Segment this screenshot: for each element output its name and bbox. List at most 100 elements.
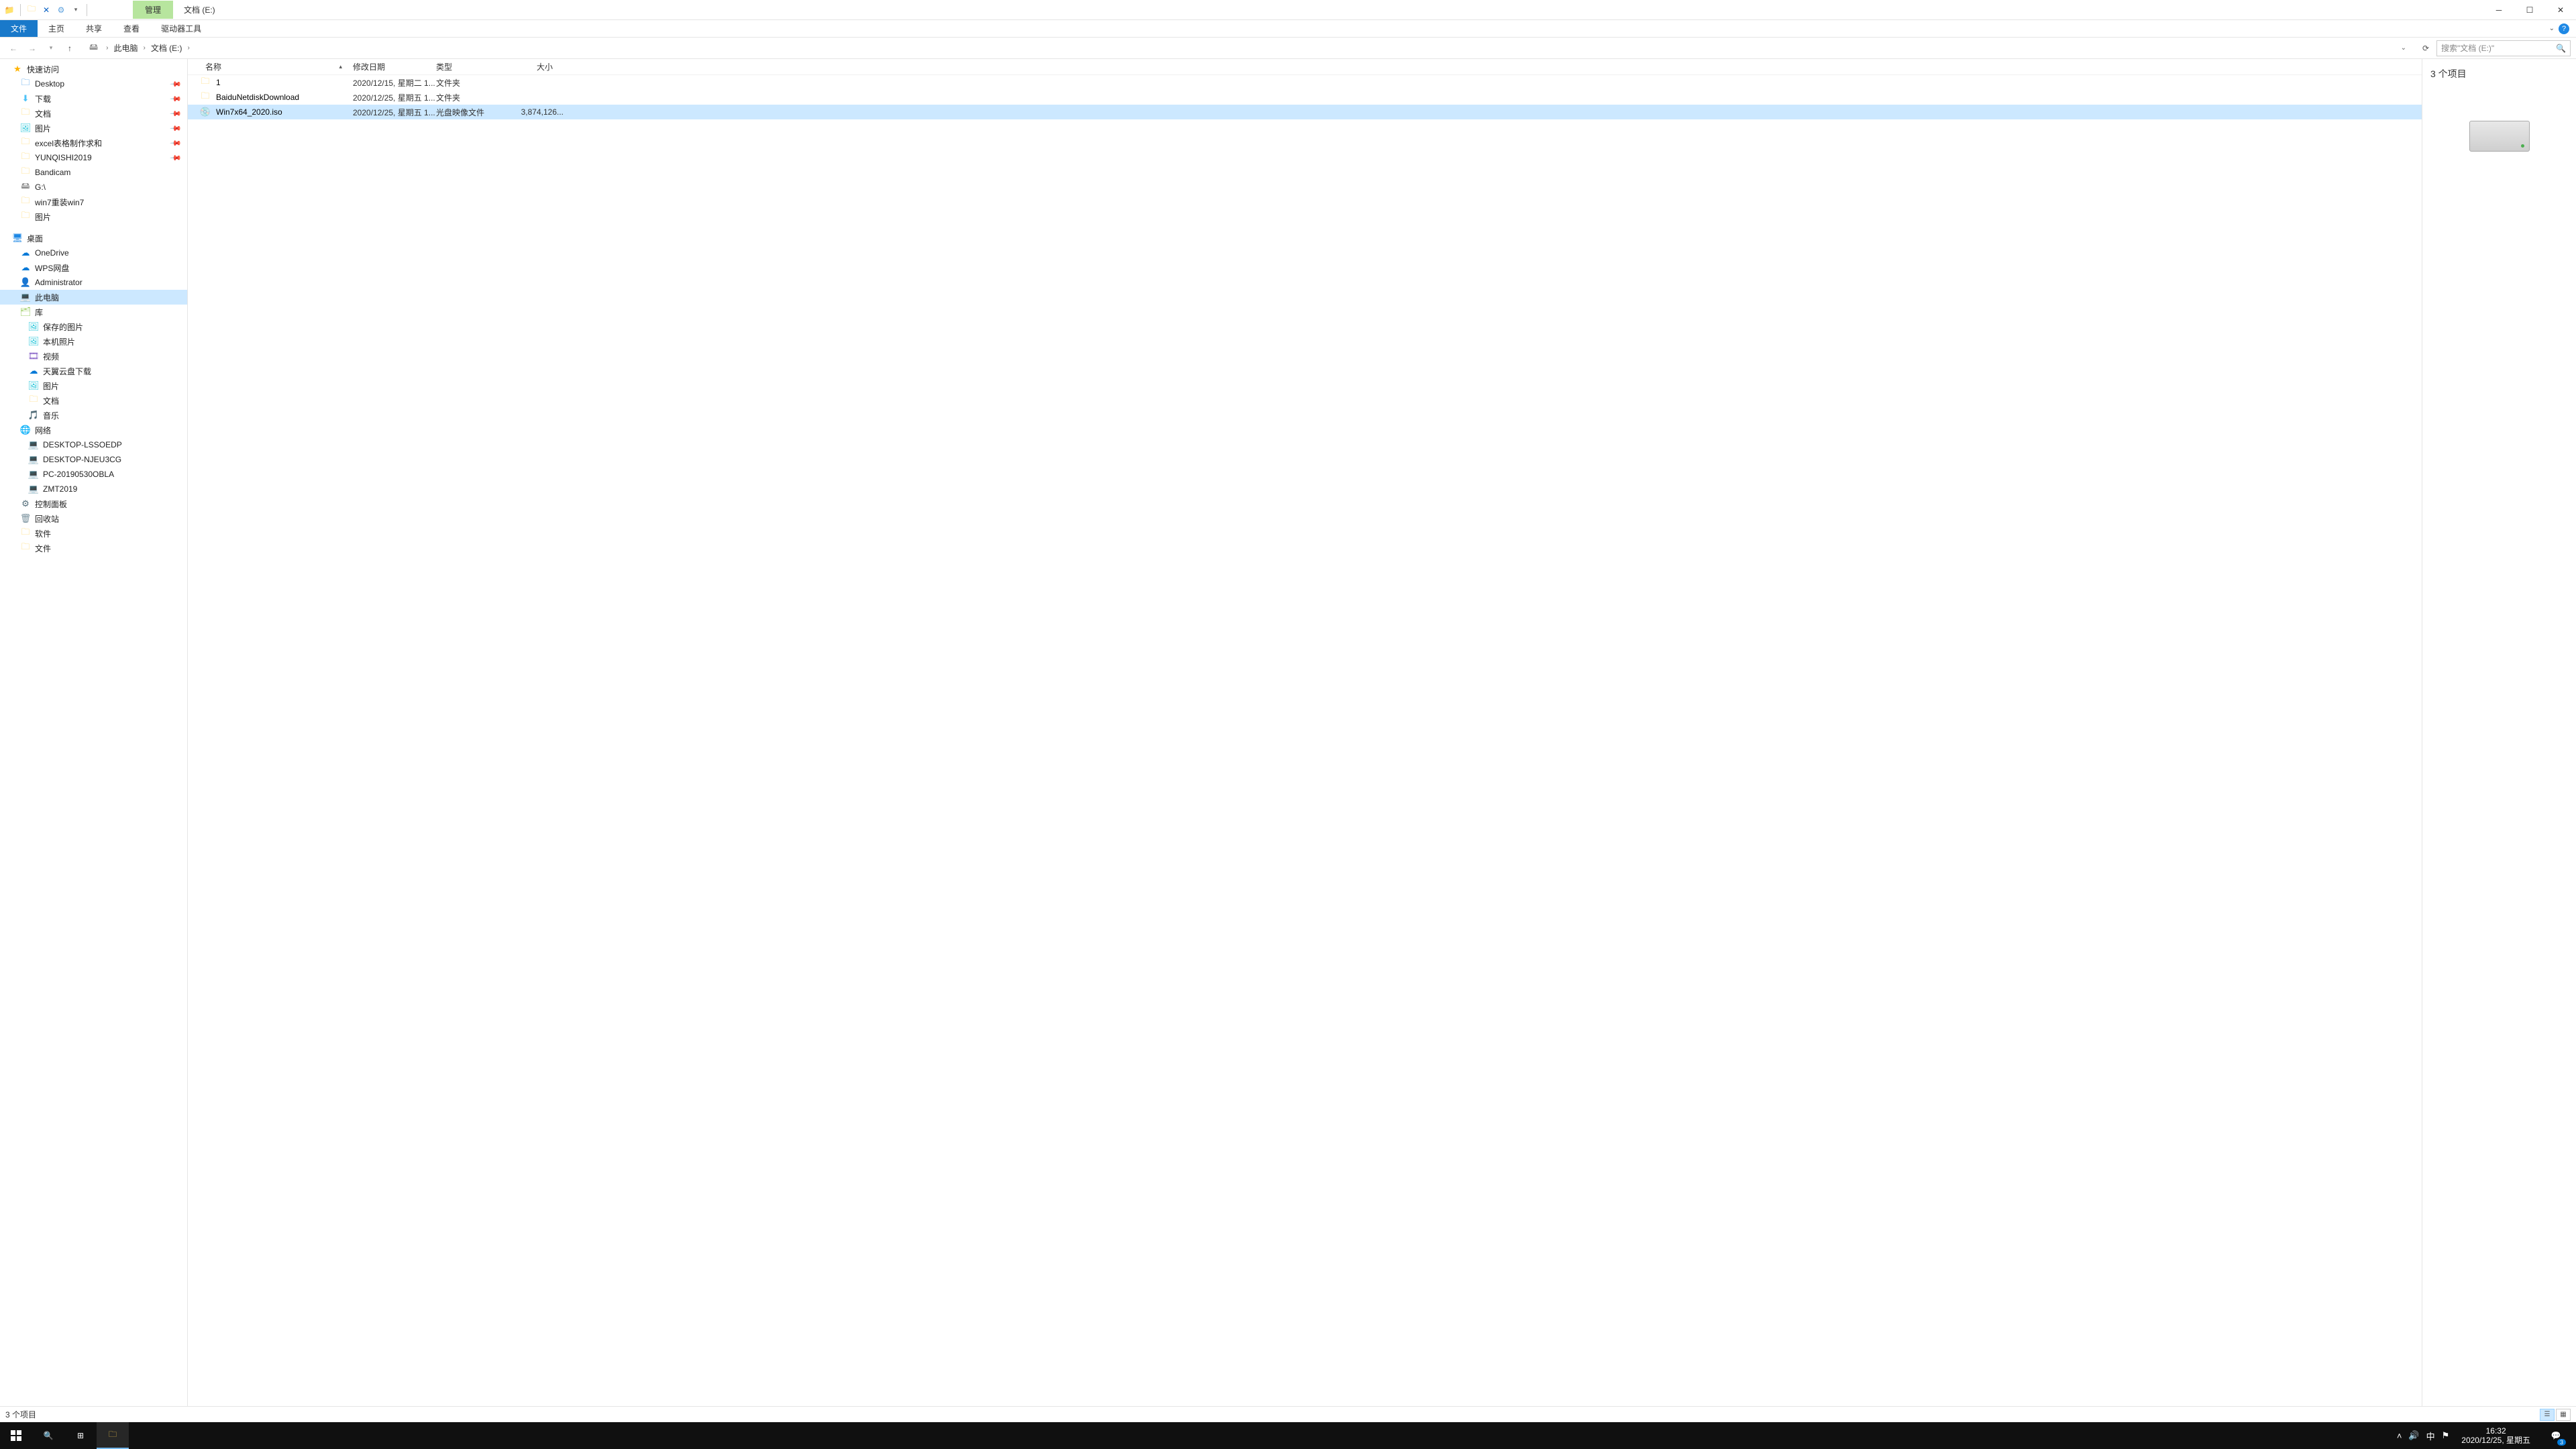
- tab-share[interactable]: 共享: [75, 20, 113, 37]
- drive-icon: 🖴: [20, 182, 31, 193]
- column-size[interactable]: 大小: [498, 61, 558, 72]
- icons-view-button[interactable]: ▦: [2556, 1409, 2571, 1421]
- security-icon[interactable]: ⚑: [2442, 1430, 2450, 1441]
- file-row[interactable]: 🗀BaiduNetdiskDownload2020/12/25, 星期五 1..…: [188, 90, 2422, 105]
- search-box[interactable]: 🔍: [2436, 40, 2571, 56]
- tree-pc1[interactable]: 💻DESKTOP-LSSOEDP: [0, 437, 187, 452]
- new-folder-icon[interactable]: ⚙: [56, 5, 66, 15]
- up-button[interactable]: ↑: [62, 40, 78, 56]
- column-name[interactable]: 名称▴: [200, 61, 347, 72]
- chevron-right-icon[interactable]: ›: [103, 44, 111, 52]
- tree-onedrive[interactable]: ☁OneDrive: [0, 246, 187, 260]
- tree-wps[interactable]: ☁WPS网盘: [0, 260, 187, 275]
- tree-camera[interactable]: 🖼本机照片: [0, 334, 187, 349]
- address-bar[interactable]: 🖴 › 此电脑 › 文档 (E:) › ⌄: [86, 39, 2410, 58]
- tree-pictures[interactable]: 🖼图片📌: [0, 121, 187, 136]
- tree-excel[interactable]: 🗀excel表格制作求和📌: [0, 136, 187, 150]
- search-button[interactable]: 🔍: [32, 1422, 64, 1449]
- tree-lib-music[interactable]: 🎵音乐: [0, 408, 187, 423]
- action-center-button[interactable]: 💬 3: [2542, 1422, 2569, 1449]
- pictures-icon: 🖼: [20, 123, 31, 133]
- forward-button[interactable]: →: [24, 40, 40, 56]
- help-icon[interactable]: ?: [2559, 23, 2569, 34]
- tree-gdrive[interactable]: 🖴G:\: [0, 180, 187, 195]
- tree-this-pc[interactable]: 💻此电脑: [0, 290, 187, 305]
- tree-lib-pics[interactable]: 🖼图片: [0, 378, 187, 393]
- address-dropdown-icon[interactable]: ⌄: [2401, 44, 2406, 52]
- tree-files[interactable]: 🗀文件: [0, 541, 187, 555]
- tree-label: 回收站: [35, 513, 59, 525]
- column-type[interactable]: 类型: [431, 61, 498, 72]
- chevron-right-icon[interactable]: ›: [185, 44, 193, 52]
- file-type: 文件夹: [436, 77, 503, 89]
- desktop-icon: 🖥: [12, 233, 23, 244]
- tree-lib-docs[interactable]: 🗀文档: [0, 393, 187, 408]
- volume-icon[interactable]: 🔊: [2408, 1430, 2419, 1441]
- explorer-taskbar-button[interactable]: 🗀: [97, 1422, 129, 1449]
- tree-desktop-zh[interactable]: 🖥桌面: [0, 231, 187, 246]
- documents-icon: 🗀: [28, 395, 39, 406]
- tree-bandicam[interactable]: 🗀Bandicam: [0, 165, 187, 180]
- recycle-icon: 🗑: [20, 513, 31, 524]
- navigation-bar: ← → ▾ ↑ 🖴 › 此电脑 › 文档 (E:) › ⌄ ⟳ 🔍: [0, 38, 2576, 59]
- tree-saved-pics[interactable]: 🖼保存的图片: [0, 319, 187, 334]
- tree-label: 下载: [35, 93, 51, 105]
- tree-network[interactable]: 🌐网络: [0, 423, 187, 437]
- start-button[interactable]: [0, 1422, 32, 1449]
- chevron-right-icon[interactable]: ›: [141, 44, 148, 52]
- ime-indicator[interactable]: 中: [2426, 1430, 2435, 1442]
- tree-desktop[interactable]: 🗀Desktop📌: [0, 76, 187, 91]
- file-row[interactable]: 💿Win7x64_2020.iso2020/12/25, 星期五 1...光盘映…: [188, 105, 2422, 119]
- tree-pc3[interactable]: 💻PC-20190530OBLA: [0, 467, 187, 482]
- maximize-button[interactable]: ☐: [2514, 0, 2545, 20]
- file-row[interactable]: 🗀12020/12/15, 星期二 1...文件夹: [188, 75, 2422, 90]
- qat-dropdown-icon[interactable]: ▾: [70, 5, 81, 15]
- tree-win7[interactable]: 🗀win7重装win7: [0, 195, 187, 209]
- tree-label: win7重装win7: [35, 197, 84, 208]
- tab-drive-tools[interactable]: 驱动器工具: [150, 20, 212, 37]
- column-date[interactable]: 修改日期: [347, 61, 431, 72]
- properties-icon[interactable]: 🗀: [26, 5, 37, 15]
- tree-software[interactable]: 🗀软件: [0, 526, 187, 541]
- tree-video[interactable]: 🎞视频: [0, 349, 187, 364]
- tree-documents[interactable]: 🗀文档📌: [0, 106, 187, 121]
- clock-time: 16:32: [2461, 1426, 2530, 1436]
- tree-quick-access[interactable]: ★快速访问: [0, 62, 187, 76]
- delete-icon[interactable]: ✕: [41, 5, 52, 15]
- folder-icon: 🗀: [20, 528, 31, 539]
- details-pane: 3 个项目: [2422, 59, 2576, 1406]
- search-icon[interactable]: 🔍: [2556, 44, 2566, 53]
- file-name: 1: [216, 78, 353, 87]
- ribbon-expand-icon[interactable]: ⌄: [2549, 25, 2555, 32]
- tray-expand-icon[interactable]: ˄: [2397, 1431, 2402, 1441]
- tree-library[interactable]: 🗂库: [0, 305, 187, 319]
- breadcrumb-this-pc[interactable]: 此电脑: [113, 42, 138, 54]
- tree-label: 此电脑: [35, 292, 59, 303]
- task-view-button[interactable]: ⊞: [64, 1422, 97, 1449]
- details-view-button[interactable]: ☰: [2540, 1409, 2555, 1421]
- recent-dropdown-icon[interactable]: ▾: [43, 40, 59, 56]
- tab-home[interactable]: 主页: [38, 20, 75, 37]
- app-icon: 📁: [4, 5, 15, 15]
- refresh-button[interactable]: ⟳: [2418, 40, 2434, 56]
- tree-pictures2[interactable]: 🗀图片: [0, 209, 187, 224]
- tree-tianyi[interactable]: ☁天翼云盘下载: [0, 364, 187, 378]
- view-toggle: ☰ ▦: [2540, 1409, 2571, 1421]
- tab-file[interactable]: 文件: [0, 20, 38, 37]
- clock[interactable]: 16:32 2020/12/25, 星期五: [2456, 1426, 2536, 1446]
- minimize-button[interactable]: ─: [2483, 0, 2514, 20]
- tree-recycle[interactable]: 🗑 回收站: [0, 511, 187, 526]
- tree-control-panel[interactable]: ⚙控制面板: [0, 496, 187, 511]
- tree-admin[interactable]: 👤Administrator: [0, 275, 187, 290]
- tree-yunqishi[interactable]: 🗀YUNQISHI2019📌: [0, 150, 187, 165]
- cloud-icon: ☁: [20, 262, 31, 273]
- tab-view[interactable]: 查看: [113, 20, 150, 37]
- back-button[interactable]: ←: [5, 40, 21, 56]
- search-input[interactable]: [2441, 44, 2553, 53]
- tree-label: 快速访问: [27, 64, 59, 75]
- tree-pc4[interactable]: 💻ZMT2019: [0, 482, 187, 496]
- tree-pc2[interactable]: 💻DESKTOP-NJEU3CG: [0, 452, 187, 467]
- breadcrumb-drive[interactable]: 文档 (E:): [151, 42, 182, 54]
- tree-downloads[interactable]: ⬇下载📌: [0, 91, 187, 106]
- close-button[interactable]: ✕: [2545, 0, 2576, 20]
